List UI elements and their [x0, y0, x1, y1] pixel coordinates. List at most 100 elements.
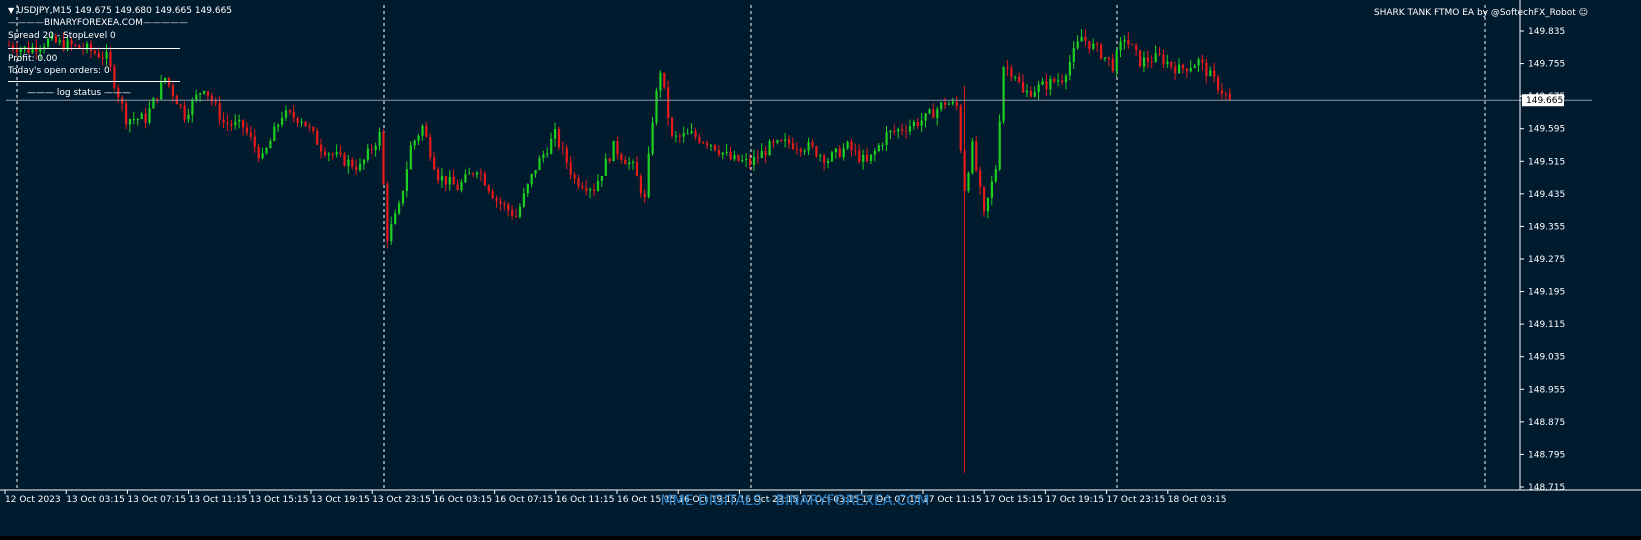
candle-body — [128, 119, 132, 125]
candle-body — [140, 113, 143, 119]
candle-body — [561, 147, 564, 149]
candle-body — [971, 141, 974, 174]
candle-body — [768, 141, 771, 156]
candle-body — [752, 156, 756, 166]
chart-window[interactable]: 149.835149.755149.675149.595149.515149.4… — [0, 0, 1641, 536]
candle — [343, 152, 346, 168]
candle-body — [1037, 84, 1040, 93]
candle-body — [1096, 43, 1099, 45]
candle-body — [721, 152, 724, 155]
x-tick-label: 13 Oct 15:15 — [250, 495, 309, 505]
candle-body — [655, 90, 658, 123]
candle-body — [1146, 57, 1149, 62]
info-orders-line: Today's open orders: 0 — [8, 66, 110, 76]
candle-body — [725, 151, 728, 153]
candle-body — [620, 154, 623, 160]
candle-body — [93, 51, 96, 54]
candle-body — [206, 91, 210, 96]
candle-body — [292, 112, 295, 118]
candle-body — [1213, 70, 1216, 77]
candle-body — [1080, 36, 1083, 42]
candle-body — [1111, 59, 1114, 72]
candle-body — [908, 126, 912, 132]
candle-body — [409, 145, 412, 170]
candle-body — [312, 126, 315, 131]
candle-body — [405, 169, 408, 191]
candle-body — [990, 181, 993, 198]
candle-body — [608, 158, 611, 162]
candle-body — [1022, 82, 1025, 93]
smiley-icon: ☺ — [1578, 8, 1588, 18]
candle-body — [846, 141, 849, 149]
candle-body — [834, 148, 837, 153]
x-tick-label: 17 Oct 19:15 — [1045, 495, 1104, 505]
y-tick-label: 149.515 — [1528, 157, 1565, 167]
candle-body — [573, 174, 576, 179]
candle-body — [1154, 53, 1157, 63]
candle-body — [288, 110, 291, 113]
candle-body — [1127, 40, 1130, 45]
candle-body — [362, 159, 366, 164]
candle-body — [1115, 50, 1118, 72]
info-spread-line: Spread 20 - StopLevel 0 — [8, 31, 116, 41]
candle-body — [507, 204, 510, 211]
candle-body — [659, 72, 662, 91]
candle-body — [947, 103, 951, 105]
candle-body — [518, 206, 522, 217]
candle-body — [19, 48, 22, 53]
candle-body — [858, 150, 861, 162]
candle-body — [331, 153, 334, 155]
candle-body — [975, 141, 978, 171]
candle — [967, 171, 970, 193]
panel-divider — [8, 81, 180, 82]
candle-body — [284, 110, 288, 118]
candle-body — [686, 133, 689, 135]
watermark-text: MME DIGITALS - BINARYFOREXEA.COM — [661, 493, 930, 509]
candle-body — [483, 173, 486, 186]
candle-body — [791, 143, 795, 149]
candle-body — [1061, 80, 1064, 83]
triangle-down-icon[interactable]: ▼ — [8, 6, 14, 15]
candle-body — [733, 155, 736, 160]
candle — [386, 181, 389, 249]
candle-body — [979, 170, 982, 188]
candle-body — [1068, 61, 1071, 76]
candlestick-chart[interactable]: 149.835149.755149.675149.595149.515149.4… — [0, 0, 1641, 536]
candle-body — [218, 102, 221, 120]
panel-divider — [8, 48, 180, 49]
candle-body — [530, 174, 533, 185]
candle-body — [1103, 57, 1107, 59]
candle-body — [265, 148, 268, 154]
y-tick-label: 149.435 — [1528, 190, 1565, 200]
candle-body — [242, 119, 245, 128]
candle-body — [1107, 57, 1110, 60]
candle — [998, 114, 1001, 172]
candle-body — [413, 140, 416, 146]
candle-body — [593, 189, 596, 191]
candle — [815, 145, 818, 158]
candle-body — [838, 148, 841, 158]
candle-body — [986, 197, 990, 212]
x-tick-label: 13 Oct 07:15 — [127, 495, 186, 505]
candle-body — [472, 173, 475, 175]
candle-body — [390, 224, 393, 241]
candle-body — [359, 163, 362, 170]
candle-body — [1135, 45, 1138, 51]
candle-body — [885, 132, 888, 145]
candle-body — [581, 186, 584, 188]
candle-body — [1181, 64, 1185, 69]
candle-body — [776, 140, 779, 143]
candle-body — [694, 131, 697, 137]
candle-body — [347, 159, 350, 166]
candle-body — [125, 103, 128, 125]
candle-body — [156, 98, 159, 100]
candle-body — [421, 125, 424, 136]
candle-body — [1033, 92, 1036, 97]
candle — [651, 117, 654, 156]
candle-body — [674, 135, 678, 137]
candle-body — [132, 119, 135, 121]
info-profit-line: Profit: 0.00 — [8, 54, 58, 64]
candle-body — [1025, 90, 1029, 93]
candle — [1139, 49, 1142, 68]
candle-body — [281, 117, 284, 125]
